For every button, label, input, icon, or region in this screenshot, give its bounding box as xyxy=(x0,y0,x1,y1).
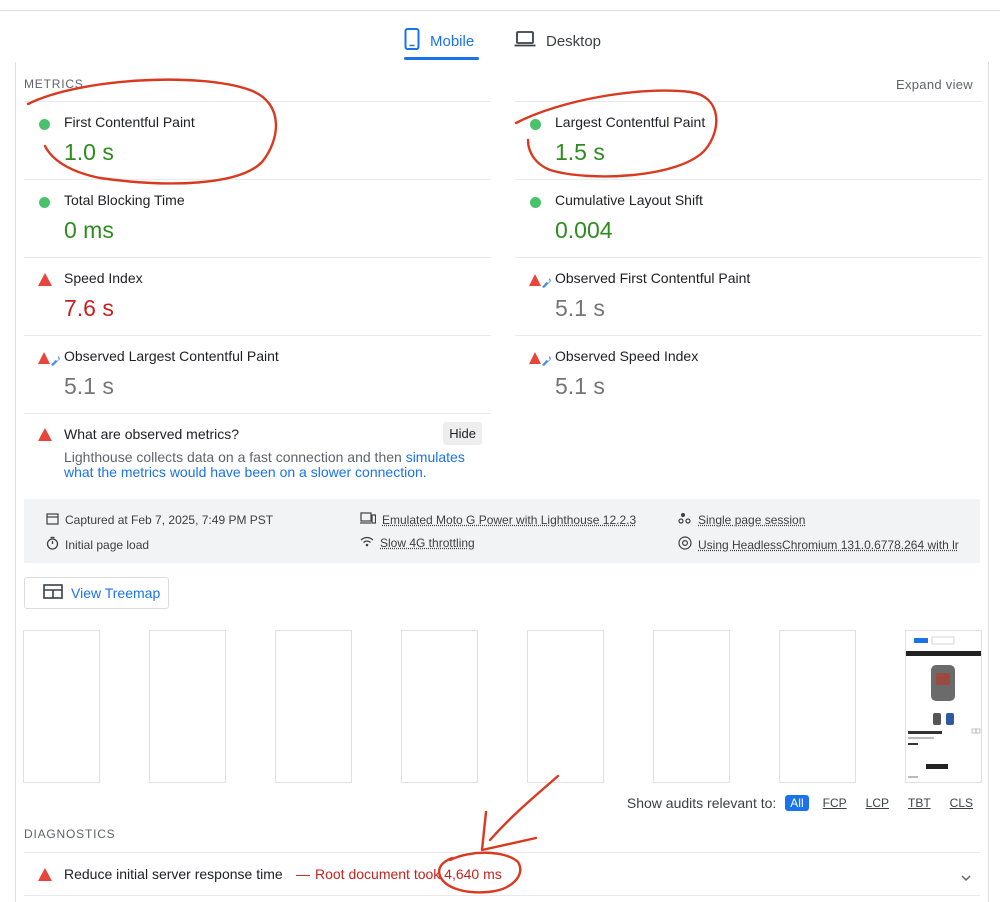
metric-value: 5.1 s xyxy=(555,373,605,399)
chrome-icon xyxy=(678,536,692,553)
audit-filter-label: Show audits relevant to: xyxy=(626,795,777,811)
calendar-icon xyxy=(46,512,59,528)
active-tab-indicator xyxy=(404,57,479,60)
fail-triangle-icon xyxy=(38,868,52,886)
annotation-arrow-head xyxy=(480,810,538,852)
metric-largest-contentful-paint: Largest Contentful Paint 1.5 s xyxy=(515,101,982,179)
metric-name: Observed Largest Contentful Paint xyxy=(64,348,279,364)
metric-value: 5.1 s xyxy=(555,295,605,321)
run-info-bar: Captured at Feb 7, 2025, 7:49 PM PST Ini… xyxy=(24,499,980,563)
filmstrip-frame-loaded xyxy=(905,630,982,783)
device-text: Emulated Moto G Power with Lighthouse 12… xyxy=(382,512,637,527)
tab-mobile-label: Mobile xyxy=(430,32,475,50)
filter-chip-tbt[interactable]: TBT xyxy=(903,795,936,811)
pass-dot-icon xyxy=(39,119,50,130)
metrics-heading: METRICS xyxy=(24,77,84,91)
timer-icon xyxy=(46,536,59,553)
observed-info-description: Lighthouse collects data on a fast conne… xyxy=(64,450,484,480)
filmstrip-frame xyxy=(275,630,352,783)
metric-first-contentful-paint: First Contentful Paint 1.0 s xyxy=(24,101,491,179)
filter-chip-lcp[interactable]: LCP xyxy=(861,795,894,811)
page-thumbnail-image xyxy=(906,631,981,778)
chevron-down-icon[interactable] xyxy=(960,869,972,887)
observed-triangle-rocket-icon xyxy=(38,351,60,366)
metric-name: Largest Contentful Paint xyxy=(555,114,706,130)
throttling-text: Slow 4G throttling xyxy=(380,536,475,550)
metric-name: Observed Speed Index xyxy=(555,348,699,364)
treemap-icon xyxy=(43,584,63,602)
observed-info-title: What are observed metrics? xyxy=(64,426,240,442)
laptop-icon xyxy=(514,30,536,52)
throttling-info[interactable]: Slow 4G throttling xyxy=(360,536,475,550)
expand-view-toggle[interactable]: Expand view xyxy=(896,77,973,92)
observed-info-text: Lighthouse collects data on a fast conne… xyxy=(64,449,406,465)
filter-chip-cls[interactable]: CLS xyxy=(945,795,978,811)
top-divider xyxy=(0,10,1000,11)
filmstrip-frame xyxy=(149,630,226,783)
pass-dot-icon xyxy=(530,119,541,130)
warning-triangle-icon xyxy=(38,428,52,446)
metric-observed-speed-index: Observed Speed Index 5.1 s xyxy=(515,335,982,413)
pass-dot-icon xyxy=(39,197,50,208)
metric-name: Observed First Contentful Paint xyxy=(555,270,751,286)
metric-value: 1.0 s xyxy=(64,139,114,165)
session-dots-icon xyxy=(678,512,692,528)
diagnostic-title: Reduce initial server response time xyxy=(64,866,283,882)
metric-observed-first-contentful-paint: Observed First Contentful Paint 5.1 s xyxy=(515,257,982,335)
captured-info: Captured at Feb 7, 2025, 7:49 PM PST xyxy=(46,512,273,528)
tab-mobile[interactable]: Mobile xyxy=(404,20,474,62)
captured-text: Captured at Feb 7, 2025, 7:49 PM PST xyxy=(65,513,274,527)
filmstrip-frame xyxy=(23,630,100,783)
device-info[interactable]: Emulated Moto G Power with Lighthouse 12… xyxy=(360,512,636,527)
session-text: Single page session xyxy=(698,513,806,527)
initial-load-text: Initial page load xyxy=(65,537,150,552)
view-treemap-label: View Treemap xyxy=(71,585,161,601)
metric-name: First Contentful Paint xyxy=(64,114,195,130)
annotation-arrow-shaft xyxy=(488,774,560,842)
browser-text: Using HeadlessChromium 131.0.6778.264 wi… xyxy=(698,537,959,552)
form-factor-tabs: Mobile Desktop xyxy=(0,20,1000,62)
metric-name: Speed Index xyxy=(64,270,143,286)
hide-button[interactable]: Hide xyxy=(443,422,482,445)
browser-info[interactable]: Using HeadlessChromium 131.0.6778.264 wi… xyxy=(678,536,959,553)
pass-dot-icon xyxy=(530,197,541,208)
filmstrip-frame xyxy=(527,630,604,783)
metric-value: 1.5 s xyxy=(555,139,605,165)
filmstrip-frame xyxy=(779,630,856,783)
session-info[interactable]: Single page session xyxy=(678,512,805,528)
devices-icon xyxy=(360,512,377,527)
metric-value: 7.6 s xyxy=(64,295,114,321)
panel-border-left xyxy=(15,62,16,902)
tab-desktop[interactable]: Desktop xyxy=(514,20,601,62)
filter-chip-all[interactable]: All xyxy=(785,795,809,811)
metric-value: 5.1 s xyxy=(64,373,114,399)
filter-chip-fcp[interactable]: FCP xyxy=(818,795,852,811)
observed-triangle-rocket-icon xyxy=(529,273,551,288)
panel-border-right xyxy=(988,62,989,902)
observed-metrics-info: What are observed metrics? Hide Lighthou… xyxy=(24,413,491,485)
filmstrip-frame xyxy=(653,630,730,783)
phone-icon xyxy=(404,28,420,54)
observed-triangle-rocket-icon xyxy=(529,351,551,366)
metric-value: 0 ms xyxy=(64,217,114,243)
metric-value: 0.004 xyxy=(555,217,613,243)
diagnostic-detail: Root document took 4,640 ms xyxy=(315,866,502,882)
wifi-icon xyxy=(360,536,374,550)
metric-name: Cumulative Layout Shift xyxy=(555,192,703,208)
metric-total-blocking-time: Total Blocking Time 0 ms xyxy=(24,179,491,257)
diagnostic-separator: — xyxy=(296,866,310,882)
fail-triangle-icon xyxy=(38,273,52,287)
metric-observed-largest-contentful-paint: Observed Largest Contentful Paint 5.1 s xyxy=(24,335,491,413)
filmstrip-frame xyxy=(401,630,478,783)
metric-cumulative-layout-shift: Cumulative Layout Shift 0.004 xyxy=(515,179,982,257)
audit-filter: Show audits relevant to: All FCP LCP TBT… xyxy=(627,795,978,811)
diagnostic-item[interactable]: Reduce initial server response time — Ro… xyxy=(24,852,980,896)
tab-desktop-label: Desktop xyxy=(546,32,602,50)
initial-load-info: Initial page load xyxy=(46,536,149,553)
view-treemap-button[interactable]: View Treemap xyxy=(24,577,169,609)
metric-speed-index: Speed Index 7.6 s xyxy=(24,257,491,335)
diagnostics-heading: DIAGNOSTICS xyxy=(24,827,116,841)
metric-name: Total Blocking Time xyxy=(64,192,185,208)
